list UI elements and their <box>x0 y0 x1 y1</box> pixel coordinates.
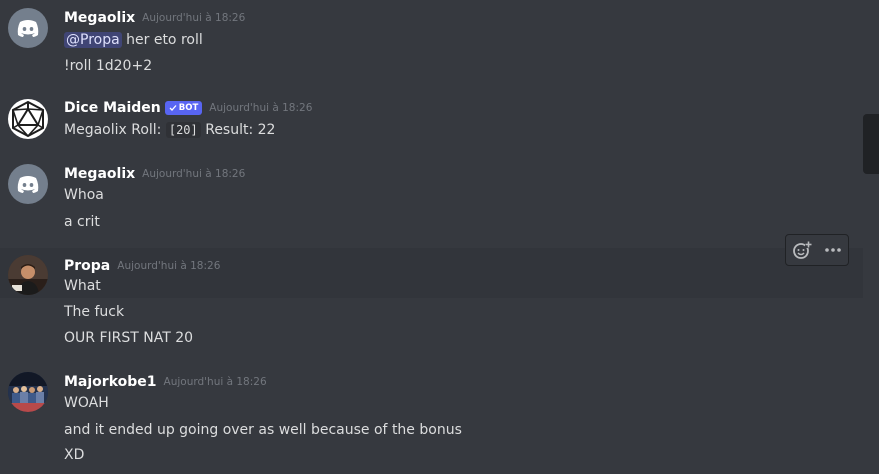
add-reaction-button[interactable] <box>789 237 815 263</box>
message-text: OUR FIRST NAT 20 <box>64 330 194 346</box>
message-line: Whoa <box>64 185 104 205</box>
message-line: a crit <box>64 212 100 232</box>
username[interactable]: Propa <box>64 258 110 274</box>
message-line: OUR FIRST NAT 20 <box>64 328 193 348</box>
more-options-button[interactable] <box>820 237 846 263</box>
message-header: Propa Aujourd'hui à 18:26 <box>64 256 220 276</box>
message-group: Megaolix Aujourd'hui à 18:26 Whoa a crit <box>0 160 863 248</box>
message-line: The fuck <box>64 302 124 322</box>
message-text: !roll 1d20+2 <box>64 58 153 74</box>
bot-tag-label: BOT <box>178 103 199 113</box>
message-text: Result: 22 <box>200 122 276 138</box>
d20-dice-icon <box>12 100 44 138</box>
username[interactable]: Megaolix <box>64 166 135 182</box>
timestamp[interactable]: Aujourd'hui à 18:26 <box>142 12 245 24</box>
message-text: Megaolix Roll: <box>64 122 166 138</box>
message-header: Megaolix Aujourd'hui à 18:26 <box>64 164 245 184</box>
message-group: Majorkobe1 Aujourd'hui à 18:26 WOAH and … <box>0 364 863 474</box>
timestamp[interactable]: Aujourd'hui à 18:26 <box>142 168 245 180</box>
message-text: What <box>64 278 101 294</box>
discord-logo-icon <box>17 176 39 193</box>
message-line: What <box>64 276 101 296</box>
message-group: Megaolix Aujourd'hui à 18:26 @Propa her … <box>0 0 863 90</box>
message-line: @Propa her eto roll <box>64 30 203 50</box>
timestamp[interactable]: Aujourd'hui à 18:26 <box>209 102 312 114</box>
verified-check-icon <box>169 105 177 111</box>
more-options-icon <box>824 248 841 252</box>
message-line: Megaolix Roll: [20] Result: 22 <box>64 120 275 140</box>
message-text: a crit <box>64 214 100 230</box>
message-text: WOAH <box>64 395 109 411</box>
message-header: Majorkobe1 Aujourd'hui à 18:26 <box>64 372 267 392</box>
timestamp[interactable]: Aujourd'hui à 18:26 <box>164 376 267 388</box>
bot-tag: BOT <box>164 101 203 115</box>
message-line: !roll 1d20+2 <box>64 56 152 76</box>
user-photo <box>8 255 48 295</box>
discord-logo-icon <box>17 20 39 37</box>
avatar[interactable] <box>8 255 48 295</box>
message-group: Dice Maiden BOT Aujourd'hui à 18:26 Mega… <box>0 90 863 160</box>
avatar[interactable] <box>8 8 48 48</box>
add-reaction-icon <box>792 241 812 259</box>
avatar[interactable] <box>8 372 48 412</box>
chat-messages: Megaolix Aujourd'hui à 18:26 @Propa her … <box>0 0 879 474</box>
message-line: WOAH <box>64 393 109 413</box>
username[interactable]: Megaolix <box>64 10 135 26</box>
message-text: The fuck <box>64 304 125 320</box>
scrollbar[interactable] <box>863 0 879 474</box>
message-header: Dice Maiden BOT Aujourd'hui à 18:26 <box>64 98 312 118</box>
username[interactable]: Majorkobe1 <box>64 374 157 390</box>
message-text: Whoa <box>64 187 104 203</box>
user-mention[interactable]: @Propa <box>64 32 122 48</box>
scrollbar-thumb[interactable] <box>863 114 879 174</box>
message-text: and it ended up going over as well becau… <box>64 422 462 438</box>
avatar[interactable] <box>8 164 48 204</box>
user-photo <box>8 372 48 412</box>
message-header: Megaolix Aujourd'hui à 18:26 <box>64 8 245 28</box>
message-group: Propa Aujourd'hui à 18:26 What <box>0 248 863 298</box>
inline-code: [20] <box>165 122 201 138</box>
message-line: XD <box>64 445 84 465</box>
message-text: XD <box>64 447 85 463</box>
username[interactable]: Dice Maiden <box>64 100 161 116</box>
timestamp[interactable]: Aujourd'hui à 18:26 <box>117 260 220 272</box>
message-text: her eto roll <box>121 32 203 48</box>
avatar[interactable] <box>8 99 48 139</box>
message-toolbar <box>785 234 849 266</box>
message-line: and it ended up going over as well becau… <box>64 420 462 440</box>
